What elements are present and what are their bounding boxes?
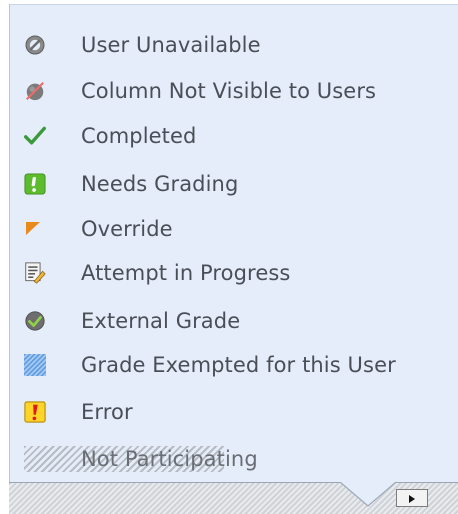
legend-label: Error <box>81 400 133 424</box>
external-grade-icon <box>24 310 46 332</box>
legend-item-override: Override <box>10 209 450 249</box>
legend-item-completed: Completed <box>10 116 450 156</box>
legend-label: Attempt in Progress <box>81 261 291 285</box>
grade-legend-panel: User Unavailable Column Not Visible to U… <box>9 4 458 482</box>
legend-item-external-grade: External Grade <box>10 301 450 341</box>
error-icon <box>24 401 46 423</box>
override-flag-icon <box>24 218 46 240</box>
legend-callout-pointer <box>340 482 397 507</box>
legend-item-grade-exempted: Grade Exempted for this User <box>10 345 450 385</box>
play-arrow-icon <box>407 489 417 508</box>
legend-label: External Grade <box>81 309 241 333</box>
needs-grading-icon <box>24 173 46 195</box>
attempt-in-progress-icon <box>24 262 46 284</box>
legend-item-needs-grading: Needs Grading <box>10 164 450 204</box>
legend-label: Not Participating <box>81 447 258 471</box>
legend-item-error: Error <box>10 392 450 432</box>
legend-item-column-not-visible: Column Not Visible to Users <box>10 71 450 111</box>
legend-item-attempt-in-progress: Attempt in Progress <box>10 253 450 293</box>
legend-label: Completed <box>81 124 197 148</box>
user-unavailable-icon <box>24 34 46 56</box>
grade-exempted-icon <box>24 354 46 376</box>
legend-label: Needs Grading <box>81 172 239 196</box>
checkmark-icon <box>24 125 46 147</box>
legend-label: Override <box>81 217 173 241</box>
legend-item-not-participating: Not Participating <box>10 439 450 479</box>
column-hidden-icon <box>24 80 46 102</box>
legend-label: Column Not Visible to Users <box>81 79 377 103</box>
legend-label: User Unavailable <box>81 33 261 57</box>
legend-label: Grade Exempted for this User <box>81 353 396 377</box>
legend-item-user-unavailable: User Unavailable <box>10 25 450 65</box>
scroll-right-button[interactable] <box>396 489 428 507</box>
